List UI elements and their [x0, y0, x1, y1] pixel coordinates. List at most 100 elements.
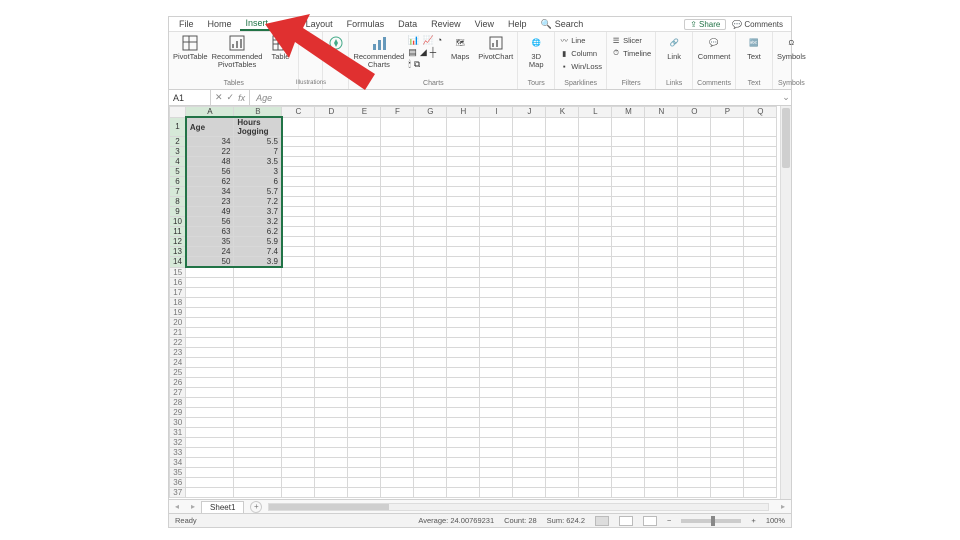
- cell-B28[interactable]: [234, 397, 282, 407]
- cell-D31[interactable]: [315, 427, 348, 437]
- cell-A29[interactable]: [186, 407, 234, 417]
- cell-L21[interactable]: [579, 327, 612, 337]
- cell-I19[interactable]: [480, 307, 513, 317]
- cell-M22[interactable]: [612, 337, 645, 347]
- row-header-31[interactable]: 31: [170, 427, 186, 437]
- cell-E9[interactable]: [348, 207, 381, 217]
- cell-Q9[interactable]: [744, 207, 777, 217]
- cell-Q32[interactable]: [744, 437, 777, 447]
- cell-A12[interactable]: 35: [186, 237, 234, 247]
- cell-A8[interactable]: 23: [186, 197, 234, 207]
- cell-L27[interactable]: [579, 387, 612, 397]
- cell-A6[interactable]: 62: [186, 177, 234, 187]
- vertical-scroll-thumb[interactable]: [782, 108, 790, 168]
- cell-O21[interactable]: [678, 327, 711, 337]
- cell-I8[interactable]: [480, 197, 513, 207]
- cell-C15[interactable]: [282, 267, 315, 277]
- cell-J2[interactable]: [513, 137, 546, 147]
- cell-M7[interactable]: [612, 187, 645, 197]
- cell-E5[interactable]: [348, 167, 381, 177]
- search-button[interactable]: 🔍 Search: [535, 18, 590, 31]
- cell-C12[interactable]: [282, 237, 315, 247]
- cell-O11[interactable]: [678, 227, 711, 237]
- row-header-35[interactable]: 35: [170, 467, 186, 477]
- row-header-27[interactable]: 27: [170, 387, 186, 397]
- cell-I26[interactable]: [480, 377, 513, 387]
- fx-icon[interactable]: fx: [238, 93, 245, 103]
- cell-F5[interactable]: [381, 167, 414, 177]
- cell-M8[interactable]: [612, 197, 645, 207]
- row-header-17[interactable]: 17: [170, 287, 186, 297]
- cell-M29[interactable]: [612, 407, 645, 417]
- cell-F8[interactable]: [381, 197, 414, 207]
- cell-N19[interactable]: [645, 307, 678, 317]
- cell-G28[interactable]: [414, 397, 447, 407]
- cell-K4[interactable]: [546, 157, 579, 167]
- cell-C24[interactable]: [282, 357, 315, 367]
- cell-O10[interactable]: [678, 217, 711, 227]
- cell-N4[interactable]: [645, 157, 678, 167]
- cell-A10[interactable]: 56: [186, 217, 234, 227]
- cell-M5[interactable]: [612, 167, 645, 177]
- cell-L37[interactable]: [579, 487, 612, 497]
- cell-L11[interactable]: [579, 227, 612, 237]
- cell-J25[interactable]: [513, 367, 546, 377]
- cell-O15[interactable]: [678, 267, 711, 277]
- cell-Q30[interactable]: [744, 417, 777, 427]
- cell-O20[interactable]: [678, 317, 711, 327]
- cell-J10[interactable]: [513, 217, 546, 227]
- cell-D14[interactable]: [315, 257, 348, 268]
- row-header-5[interactable]: 5: [170, 167, 186, 177]
- cell-J26[interactable]: [513, 377, 546, 387]
- cell-J18[interactable]: [513, 297, 546, 307]
- cell-A16[interactable]: [186, 277, 234, 287]
- cell-B17[interactable]: [234, 287, 282, 297]
- cell-E11[interactable]: [348, 227, 381, 237]
- cell-J13[interactable]: [513, 247, 546, 257]
- cell-G4[interactable]: [414, 157, 447, 167]
- cell-N2[interactable]: [645, 137, 678, 147]
- cell-B15[interactable]: [234, 267, 282, 277]
- cell-L5[interactable]: [579, 167, 612, 177]
- bar-chart-icon[interactable]: ▤: [408, 47, 417, 58]
- cell-P35[interactable]: [711, 467, 744, 477]
- cell-Q14[interactable]: [744, 257, 777, 268]
- cell-G37[interactable]: [414, 487, 447, 497]
- cell-H5[interactable]: [447, 167, 480, 177]
- cell-J29[interactable]: [513, 407, 546, 417]
- cell-K20[interactable]: [546, 317, 579, 327]
- cell-O26[interactable]: [678, 377, 711, 387]
- row-header-12[interactable]: 12: [170, 237, 186, 247]
- row-header-29[interactable]: 29: [170, 407, 186, 417]
- cell-P22[interactable]: [711, 337, 744, 347]
- cell-J15[interactable]: [513, 267, 546, 277]
- cell-M25[interactable]: [612, 367, 645, 377]
- cell-Q1[interactable]: [744, 117, 777, 137]
- cell-O5[interactable]: [678, 167, 711, 177]
- cell-A1[interactable]: Age: [186, 117, 234, 137]
- cell-B13[interactable]: 7.4: [234, 247, 282, 257]
- cell-H21[interactable]: [447, 327, 480, 337]
- cell-G17[interactable]: [414, 287, 447, 297]
- cell-O1[interactable]: [678, 117, 711, 137]
- cell-L4[interactable]: [579, 157, 612, 167]
- cell-A33[interactable]: [186, 447, 234, 457]
- cell-J35[interactable]: [513, 467, 546, 477]
- cell-Q12[interactable]: [744, 237, 777, 247]
- cell-M37[interactable]: [612, 487, 645, 497]
- cell-C25[interactable]: [282, 367, 315, 377]
- cell-I31[interactable]: [480, 427, 513, 437]
- cell-B5[interactable]: 3: [234, 167, 282, 177]
- cell-D32[interactable]: [315, 437, 348, 447]
- cell-P19[interactable]: [711, 307, 744, 317]
- cell-K9[interactable]: [546, 207, 579, 217]
- cell-L10[interactable]: [579, 217, 612, 227]
- column-header-D[interactable]: D: [315, 107, 348, 118]
- cell-Q26[interactable]: [744, 377, 777, 387]
- cell-M14[interactable]: [612, 257, 645, 268]
- cell-G14[interactable]: [414, 257, 447, 268]
- cell-J24[interactable]: [513, 357, 546, 367]
- cell-C14[interactable]: [282, 257, 315, 268]
- cell-B12[interactable]: 5.9: [234, 237, 282, 247]
- cell-K26[interactable]: [546, 377, 579, 387]
